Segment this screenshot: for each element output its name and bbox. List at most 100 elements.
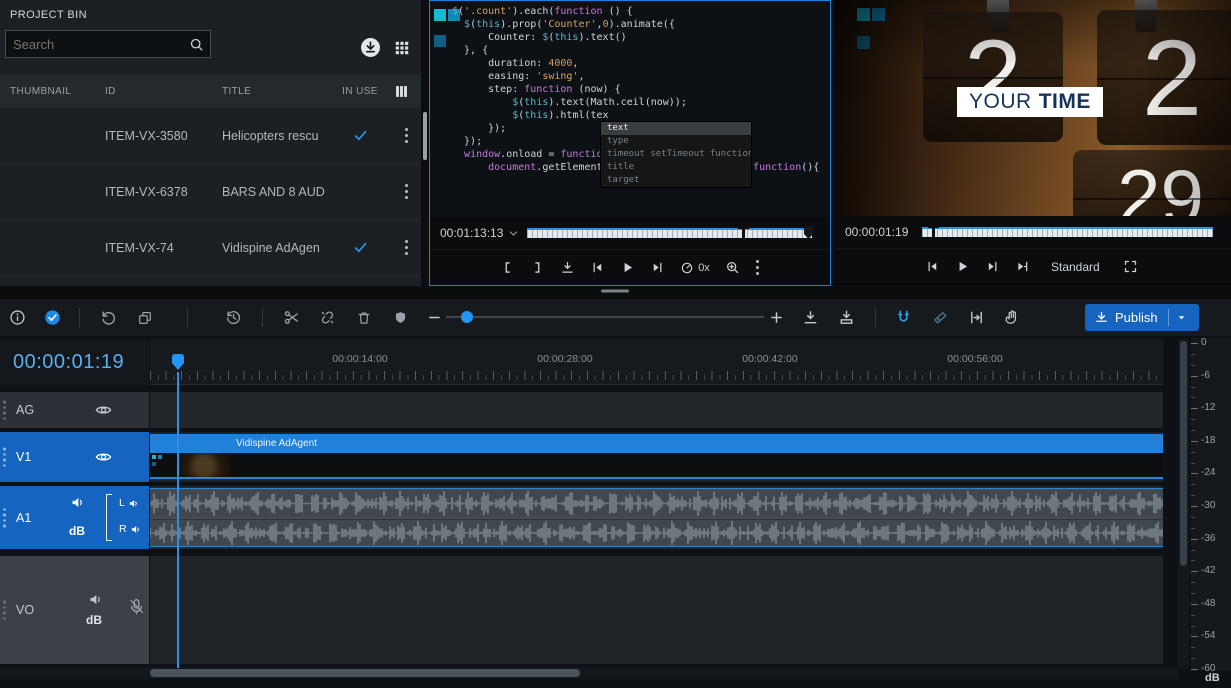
next-frame-button[interactable] (983, 257, 1002, 276)
track-vo: VO dB (0, 556, 1163, 664)
slip-tool-icon[interactable] (963, 305, 989, 331)
zoom-in-icon[interactable] (763, 305, 789, 331)
in-use-check-icon (353, 128, 368, 143)
marker-icon[interactable] (387, 305, 413, 331)
insert-icon[interactable] (797, 305, 823, 331)
splitter-handle[interactable] (423, 112, 427, 160)
layers-icon[interactable] (132, 305, 158, 331)
hand-pan-icon[interactable] (999, 305, 1025, 331)
zoom-icon[interactable] (723, 258, 742, 277)
slider-thumb[interactable] (461, 311, 473, 323)
mark-out-button[interactable] (528, 258, 547, 277)
track-db-button[interactable]: dB (86, 613, 102, 627)
track-v1-content[interactable]: Vidispine AdAgent (150, 432, 1163, 482)
track-a1-header[interactable]: A1 dB L R (0, 486, 149, 549)
vertical-scrollbar[interactable] (1178, 339, 1189, 668)
track-ag-header[interactable]: AG (0, 392, 149, 428)
timeline-ruler[interactable]: 00:00:14:00 00:00:28:00 00:00:42:00 00:0… (150, 339, 1163, 385)
visibility-eye-icon[interactable] (95, 449, 112, 466)
grid-view-icon[interactable] (394, 40, 410, 56)
column-header-in-use[interactable]: IN USE (334, 86, 386, 97)
drag-handle-icon[interactable] (3, 508, 6, 527)
mark-in-button[interactable] (498, 258, 517, 277)
bin-row[interactable]: ITEM-VX-74 Vidispine AdAgen (0, 220, 421, 276)
undo-icon[interactable] (95, 305, 121, 331)
info-icon[interactable] (4, 305, 30, 331)
speaker-icon[interactable] (88, 592, 103, 607)
fullscreen-icon[interactable] (1121, 257, 1140, 276)
project-bin-panel: PROJECT BIN THUMBNAIL ID TITLE IN USE IT… (0, 0, 421, 292)
zoom-out-icon[interactable] (421, 305, 447, 331)
source-timecode[interactable]: 00:01:13:13 (440, 226, 503, 240)
play-button[interactable] (618, 258, 637, 277)
bin-row[interactable]: ITEM-VX-3580 Helicopters rescu (0, 108, 421, 164)
speaker-icon[interactable] (70, 495, 85, 510)
row-menu-icon[interactable] (402, 125, 411, 146)
program-transport: Standard (835, 248, 1231, 284)
speed-value: 0x (698, 262, 710, 274)
column-header-thumbnail[interactable]: THUMBNAIL (0, 86, 97, 97)
vertical-scrollbar-thumb[interactable] (1180, 341, 1187, 566)
column-header-id[interactable]: ID (97, 86, 214, 97)
play-button[interactable] (953, 257, 972, 276)
bin-row[interactable]: ITEM-VX-6378 BARS AND 8 AUD (0, 164, 421, 220)
track-vo-content[interactable] (150, 556, 1163, 664)
delete-trash-icon[interactable] (351, 305, 377, 331)
publish-button[interactable]: Publish (1085, 304, 1199, 331)
program-scrubber[interactable] (922, 227, 1213, 237)
horizontal-scrollbar-thumb[interactable] (150, 669, 580, 677)
razor-icon[interactable] (927, 305, 953, 331)
bin-table-header: THUMBNAIL ID TITLE IN USE (0, 75, 421, 108)
drag-handle-icon[interactable] (3, 448, 6, 467)
horizontal-splitter[interactable] (0, 286, 1231, 299)
source-scrubber[interactable] (527, 228, 812, 238)
track-ag-content[interactable] (150, 392, 1163, 428)
right-channel[interactable]: R (119, 523, 141, 535)
row-menu-icon[interactable] (402, 237, 411, 258)
visibility-eye-icon[interactable] (95, 402, 112, 419)
microphone-muted-icon[interactable] (127, 597, 146, 616)
previous-frame-button[interactable] (588, 258, 607, 277)
snap-magnet-icon[interactable] (890, 305, 916, 331)
column-header-title[interactable]: TITLE (214, 86, 334, 97)
db-scale: 0-6-12-18-24-30-36-42-48-54-60 (1191, 338, 1231, 671)
panel-splitter[interactable] (421, 0, 429, 292)
video-clip[interactable]: Vidispine AdAgent (150, 434, 1163, 481)
left-channel[interactable]: L (119, 497, 139, 509)
overwrite-icon[interactable] (833, 305, 859, 331)
quality-selector[interactable]: Standard (1051, 260, 1100, 274)
audio-clip[interactable] (150, 488, 1163, 547)
search-input[interactable] (13, 37, 189, 52)
playhead-line[interactable] (177, 372, 179, 668)
import-download-icon[interactable] (360, 37, 381, 58)
column-settings-icon[interactable] (394, 84, 409, 99)
timeline-zoom-slider[interactable] (446, 316, 764, 318)
chevron-down-icon[interactable] (508, 228, 519, 239)
splitter-grip[interactable] (601, 290, 629, 293)
stereo-bracket (106, 494, 112, 541)
track-v1-header[interactable]: V1 (0, 432, 149, 482)
next-frame-button[interactable] (648, 258, 667, 277)
track-db-button[interactable]: dB (69, 524, 85, 538)
playback-speed-button[interactable]: 0x (678, 259, 712, 277)
drag-handle-icon[interactable] (3, 601, 6, 620)
playhead-marker-icon[interactable] (928, 225, 939, 239)
item-id: ITEM-VX-3580 (97, 129, 214, 143)
unlink-icon[interactable] (314, 305, 340, 331)
saved-status-icon[interactable] (39, 305, 65, 331)
row-menu-icon[interactable] (402, 181, 411, 202)
track-a1-content[interactable] (150, 486, 1163, 549)
out-marker-icon[interactable] (738, 226, 749, 240)
monitor-menu-icon[interactable] (753, 257, 762, 278)
cut-scissors-icon[interactable] (278, 305, 304, 331)
track-v1: V1 Vidispine AdAgent (0, 432, 1163, 482)
insert-to-timeline-button[interactable] (558, 258, 577, 277)
drag-handle-icon[interactable] (3, 401, 6, 420)
playhead-handle[interactable] (171, 353, 185, 371)
previous-frame-button[interactable] (923, 257, 942, 276)
track-vo-header[interactable]: VO dB (0, 556, 149, 664)
jump-to-end-button[interactable] (1013, 257, 1032, 276)
horizontal-scrollbar[interactable] (0, 667, 1178, 679)
history-icon[interactable] (220, 305, 246, 331)
publish-dropdown-caret[interactable] (1169, 312, 1195, 323)
